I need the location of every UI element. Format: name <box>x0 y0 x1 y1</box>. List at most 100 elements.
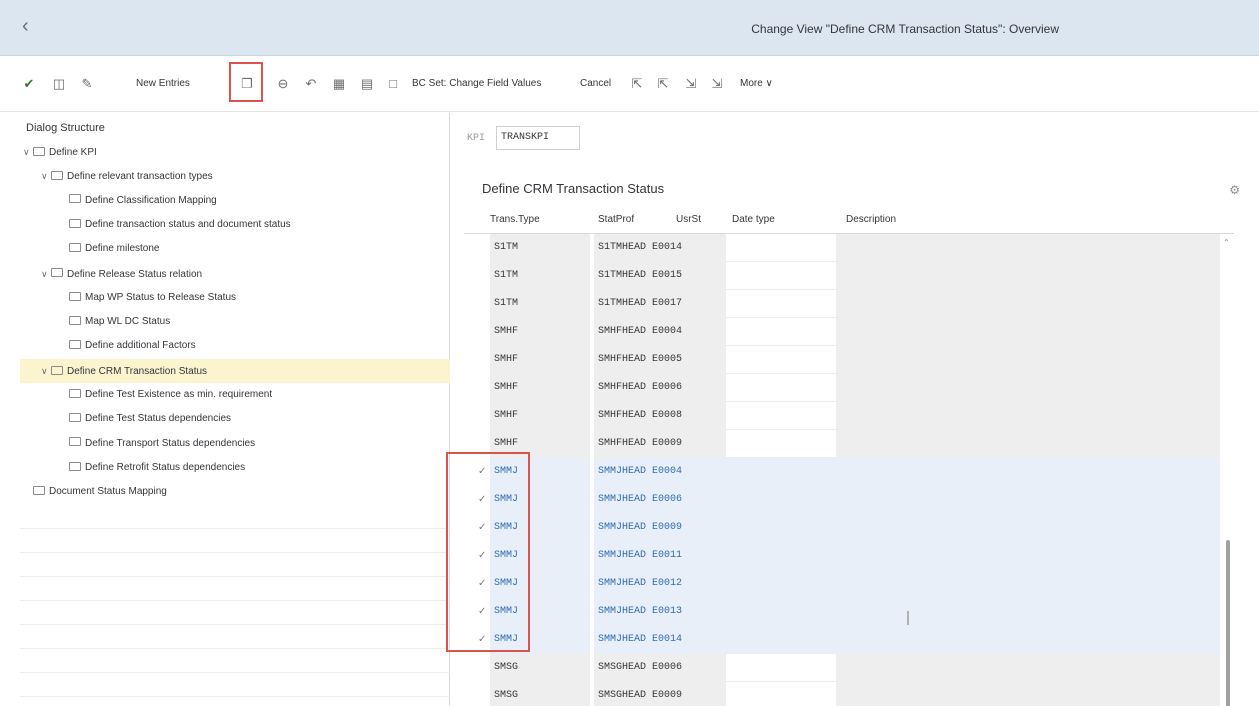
tree-item[interactable]: Define Retrofit Status dependencies <box>20 456 450 480</box>
cell-usr-st-value: E0006 <box>652 662 683 673</box>
cell-date-type[interactable] <box>726 234 836 262</box>
cell-trans-type: SMSG <box>490 682 590 706</box>
cancel-button[interactable]: Cancel <box>580 74 611 94</box>
table-row[interactable]: ✓ SMMJ SMMJHEAD E0013 <box>464 598 1234 626</box>
tree-item-label: Define milestone <box>85 243 160 255</box>
tree-item-label: Define additional Factors <box>85 340 196 352</box>
folder-icon <box>51 365 63 375</box>
tree-item[interactable]: Define Transport Status dependencies <box>20 432 450 456</box>
table-row[interactable]: SMHF SMHFHEAD E0009 <box>464 430 1234 458</box>
cell-date-type[interactable] <box>726 262 836 290</box>
cell-stat-prof-value: SMHFHEAD <box>598 354 647 365</box>
empty-row <box>20 601 450 625</box>
save-check-icon[interactable]: ✔ <box>20 74 38 94</box>
tree-item[interactable]: Define transaction status and document s… <box>20 213 450 237</box>
cell-date-type[interactable] <box>726 290 836 318</box>
toggle-edit-icon[interactable]: ✎ <box>78 74 96 94</box>
col-description[interactable]: Description <box>846 214 896 225</box>
expand-chevron-icon[interactable]: ∨ <box>41 359 51 383</box>
table-row[interactable]: ✓ SMMJ SMMJHEAD E0011 <box>464 542 1234 570</box>
cell-date-type[interactable] <box>726 598 836 626</box>
table-row[interactable]: ✓ SMMJ SMMJHEAD E0009 <box>464 514 1234 542</box>
undo-icon[interactable]: ↶ <box>302 74 320 94</box>
table-row[interactable]: SMSG SMSGHEAD E0009 <box>464 682 1234 706</box>
table-row[interactable]: ✓ SMMJ SMMJHEAD E0006 <box>464 486 1234 514</box>
tree-item[interactable]: ∨ Define Release Status relation <box>20 262 450 286</box>
table-row[interactable]: ✓ SMMJ SMMJHEAD E0014 <box>464 626 1234 654</box>
tree-item[interactable]: Map WP Status to Release Status <box>20 286 450 310</box>
kpi-field[interactable]: TRANSKPI <box>496 126 580 150</box>
tree-item[interactable]: Map WL DC Status <box>20 310 450 334</box>
new-entries-button[interactable]: New Entries <box>136 74 190 94</box>
display-change-icon[interactable]: ◫ <box>50 74 68 94</box>
expand-chevron-icon[interactable]: ∨ <box>23 140 33 164</box>
cell-date-type[interactable] <box>726 682 836 706</box>
table-row[interactable]: S1TM S1TMHEAD E0017 <box>464 290 1234 318</box>
table-row[interactable]: SMHF SMHFHEAD E0006 <box>464 374 1234 402</box>
table-row[interactable]: SMHF SMHFHEAD E0005 <box>464 346 1234 374</box>
cell-stat-prof: SMHFHEAD E0008 <box>594 402 726 430</box>
tree-item[interactable]: ∨ Define relevant transaction types <box>20 164 450 188</box>
first-page-icon[interactable]: ⇱ <box>628 74 646 94</box>
cell-stat-prof-value: SMSGHEAD <box>598 662 647 673</box>
deselect-all-icon[interactable]: □ <box>384 74 402 94</box>
tree-item[interactable]: Define Test Existence as min. requiremen… <box>20 383 450 407</box>
empty-row <box>20 505 450 529</box>
table-row[interactable]: SMSG SMSGHEAD E0006 <box>464 654 1234 682</box>
cell-date-type[interactable] <box>726 570 836 598</box>
cell-date-type[interactable] <box>726 654 836 682</box>
tree-item[interactable]: Define Classification Mapping <box>20 189 450 213</box>
tree-item-label: Map WL DC Status <box>85 316 171 328</box>
cell-date-type[interactable] <box>726 458 836 486</box>
previous-page-icon[interactable]: ⇱ <box>654 74 672 94</box>
tree-item[interactable]: Document Status Mapping <box>20 480 450 504</box>
tree-item[interactable]: ∨ Define CRM Transaction Status <box>20 358 450 383</box>
last-page-icon[interactable]: ⇲ <box>708 74 726 94</box>
col-trans-type[interactable]: Trans.Type <box>490 214 540 225</box>
delete-icon[interactable]: ⊖ <box>274 74 292 94</box>
cell-date-type[interactable] <box>726 374 836 402</box>
table-row[interactable]: S1TM S1TMHEAD E0015 <box>464 262 1234 290</box>
tree-item[interactable]: ∨ Define KPI <box>20 140 450 164</box>
table-row[interactable]: SMHF SMHFHEAD E0004 <box>464 318 1234 346</box>
cell-date-type[interactable] <box>726 346 836 374</box>
select-all-icon[interactable]: ▦ <box>330 74 348 94</box>
col-date-type[interactable]: Date type <box>732 214 775 225</box>
more-menu-button[interactable]: More ∨ <box>740 74 773 94</box>
tree-item[interactable]: Define additional Factors <box>20 334 450 358</box>
table-row[interactable]: ✓ SMMJ SMMJHEAD E0012 <box>464 570 1234 598</box>
next-page-icon[interactable]: ⇲ <box>682 74 700 94</box>
scrollbar-thumb[interactable] <box>1226 540 1230 706</box>
panel-splitter-handle[interactable] <box>907 611 909 625</box>
tree-item[interactable]: Define milestone <box>20 237 450 261</box>
cell-date-type[interactable] <box>726 542 836 570</box>
bc-set-button[interactable]: BC Set: Change Field Values <box>412 74 541 94</box>
table-row[interactable]: ✓ SMMJ SMMJHEAD E0004 <box>464 458 1234 486</box>
col-usr-st[interactable]: UsrSt <box>676 214 701 225</box>
cell-trans-type: S1TM <box>490 290 590 318</box>
cell-stat-prof-value: SMMJHEAD <box>598 466 647 477</box>
cell-date-type[interactable] <box>726 486 836 514</box>
cell-date-type[interactable] <box>726 626 836 654</box>
scroll-up-icon[interactable]: ⌃ <box>1223 238 1230 247</box>
tree-item[interactable]: Define Test Status dependencies <box>20 407 450 431</box>
select-block-icon[interactable]: ▤ <box>358 74 376 94</box>
table-row[interactable]: S1TM S1TMHEAD E0014 <box>464 234 1234 262</box>
table-row[interactable]: SMHF SMHFHEAD E0008 <box>464 402 1234 430</box>
cell-date-type[interactable] <box>726 514 836 542</box>
cell-stat-prof-value: SMMJHEAD <box>598 606 647 617</box>
cell-date-type[interactable] <box>726 402 836 430</box>
cell-description <box>836 542 1220 570</box>
settings-icon[interactable]: ⚙ <box>1229 183 1240 197</box>
cell-date-type[interactable] <box>726 430 836 458</box>
cell-date-type[interactable] <box>726 318 836 346</box>
folder-icon <box>33 146 45 156</box>
col-stat-prof[interactable]: StatProf <box>598 214 634 225</box>
expand-chevron-icon[interactable]: ∨ <box>41 164 51 188</box>
expand-chevron-icon[interactable]: ∨ <box>41 262 51 286</box>
tree-item-label: Define Test Existence as min. requiremen… <box>85 389 273 400</box>
back-chevron-icon[interactable]: ‹ <box>22 14 46 38</box>
cell-usr-st-value: E0006 <box>652 494 683 505</box>
cell-stat-prof-value: SMHFHEAD <box>598 410 647 421</box>
toolbar: ✔ ◫ ✎ New Entries ❐ ⊖ ↶ ▦ ▤ □ BC Set: Ch… <box>0 56 1259 112</box>
